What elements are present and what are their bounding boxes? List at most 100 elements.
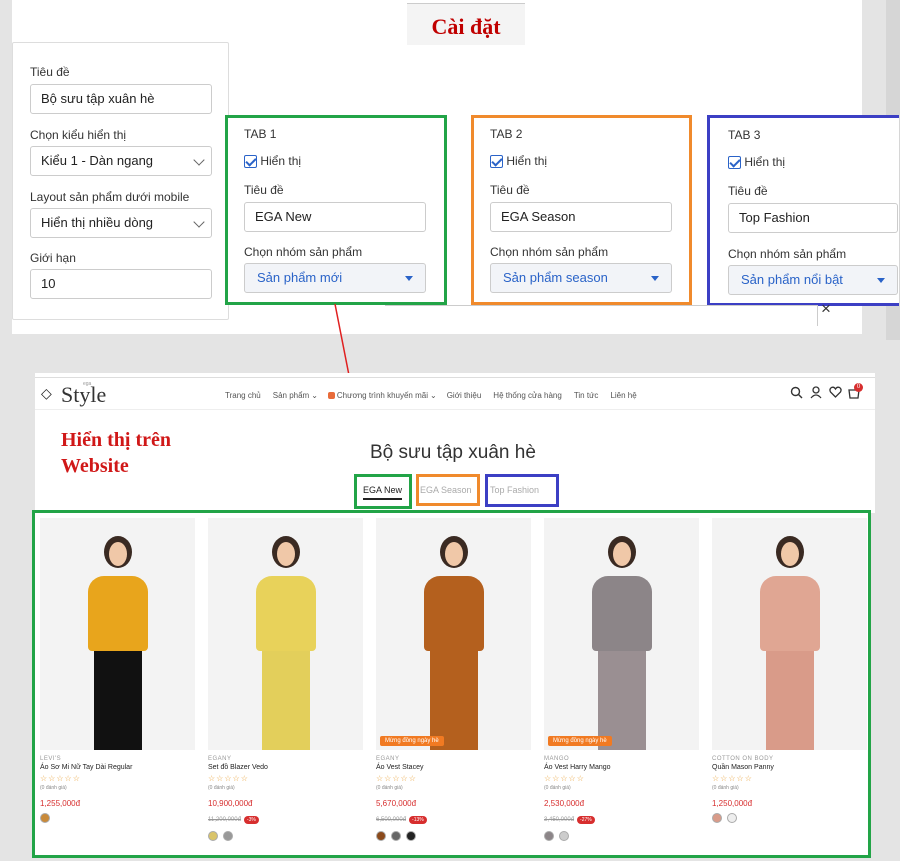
discount-badge: -3% <box>243 816 259 824</box>
section-title: Bộ sưu tập xuân hè <box>370 442 536 463</box>
settings-title: Cài đặt <box>431 14 501 39</box>
tab-2-settings: TAB 2 Hiển thị Tiêu đề EGA Season Chọn n… <box>471 115 692 305</box>
color-swatch[interactable] <box>712 813 722 823</box>
group-select[interactable]: Sản phẩm nổi bật <box>728 265 898 295</box>
close-icon[interactable]: × <box>821 299 831 319</box>
swatch-list <box>40 808 195 828</box>
hidden-input-edge <box>385 305 818 326</box>
product-bottom <box>766 651 814 750</box>
product-price: 5,670,000đ <box>376 799 417 808</box>
product-image[interactable]: Mừng đồng ngày hè <box>376 518 531 750</box>
color-swatch[interactable] <box>406 831 416 841</box>
tab-title-label: Tiêu đề <box>490 183 530 197</box>
product-top <box>424 576 484 651</box>
color-swatch[interactable] <box>727 813 737 823</box>
product-card[interactable]: COTTON ON BODY Quần Mason Panny ☆☆☆☆☆ (0… <box>712 518 867 848</box>
color-swatch[interactable] <box>208 831 218 841</box>
tab-title-input[interactable]: EGA New <box>244 202 426 232</box>
product-price: 10,900,000đ <box>208 799 253 808</box>
show-checkbox[interactable] <box>244 155 257 169</box>
show-checkbox[interactable] <box>490 155 503 169</box>
display-select[interactable]: Kiểu 1 - Dàn ngang <box>30 146 212 176</box>
review-count: (0 đánh giá) <box>40 785 67 791</box>
color-swatch[interactable] <box>559 831 569 841</box>
tab-heading: TAB 2 <box>490 127 523 141</box>
color-swatch[interactable] <box>391 831 401 841</box>
chevron-down-icon: ⌄ <box>311 391 318 400</box>
product-card[interactable]: EGANY Set đồ Blazer Vedo ☆☆☆☆☆ (0 đánh g… <box>208 518 363 848</box>
tab-heading: TAB 3 <box>728 128 761 142</box>
mobile-layout-value: Hiển thị nhiều dòng <box>41 215 154 230</box>
nav-stores[interactable]: Hệ thống cửa hàng <box>493 391 562 400</box>
product-top <box>592 576 652 651</box>
product-image[interactable] <box>712 518 867 750</box>
swatch-list <box>712 808 867 828</box>
product-top <box>256 576 316 651</box>
color-swatch[interactable] <box>376 831 386 841</box>
old-price: 3,450,000đ <box>544 817 575 823</box>
website-tab-ega-season[interactable]: EGA Season <box>420 485 472 495</box>
old-price: 6,500,000đ <box>376 817 407 823</box>
discount-badge: -27% <box>577 816 595 824</box>
nav-about[interactable]: Giới thiệu <box>447 391 482 400</box>
title-input[interactable]: Bộ sưu tập xuân hè <box>30 84 212 114</box>
product-name[interactable]: Quần Mason Panny <box>712 764 867 771</box>
product-brand: COTTON ON BODY <box>712 756 774 762</box>
user-icon[interactable] <box>810 386 822 399</box>
product-brand: EGANY <box>208 756 232 762</box>
limit-input[interactable]: 10 <box>30 269 212 299</box>
website-tab-ega-new[interactable]: EGA New <box>363 485 403 500</box>
tab-title-label: Tiêu đề <box>244 183 284 197</box>
star-rating: ☆☆☆☆☆ <box>376 774 417 783</box>
display-select-value: Kiểu 1 - Dàn ngang <box>41 153 154 168</box>
diamond-icon: ◇ <box>41 385 52 401</box>
tab-title-input[interactable]: Top Fashion <box>728 203 898 233</box>
product-price: 2,530,000đ <box>544 799 585 808</box>
tab-title-input[interactable]: EGA Season <box>490 202 672 232</box>
search-icon[interactable] <box>790 386 803 399</box>
product-card[interactable]: Mừng đồng ngày hè EGANY Áo Vest Stacey ☆… <box>376 518 531 848</box>
nav-home[interactable]: Trang chủ <box>225 391 261 400</box>
caret-down-icon <box>405 276 413 281</box>
swatch-list <box>376 826 531 846</box>
show-label: Hiển thị <box>506 154 548 168</box>
promo-badge: Mừng đồng ngày hè <box>548 736 612 746</box>
product-brand: LEVI'S <box>40 756 62 762</box>
nav-news[interactable]: Tin tức <box>574 391 599 400</box>
group-select-value: Sản phẩm season <box>503 270 608 285</box>
nav-divider <box>35 409 875 410</box>
heart-icon[interactable] <box>829 386 842 398</box>
group-select[interactable]: Sản phẩm mới <box>244 263 426 293</box>
product-card[interactable]: Mừng đồng ngày hè MANGO Áo Vest Harry Ma… <box>544 518 699 848</box>
product-card[interactable]: LEVI'S Áo Sơ Mi Nữ Tay Dài Regular ☆☆☆☆☆… <box>40 518 195 848</box>
product-name[interactable]: Áo Vest Stacey <box>376 764 531 771</box>
product-bottom <box>94 651 142 750</box>
nav-contact[interactable]: Liên hệ <box>610 391 636 400</box>
show-checkbox[interactable] <box>728 156 741 170</box>
nav-promo[interactable]: Chương trình khuyến mãi <box>337 391 428 400</box>
color-swatch[interactable] <box>223 831 233 841</box>
tab-title-label: Tiêu đề <box>728 184 768 198</box>
show-label: Hiển thị <box>744 155 786 169</box>
main-nav: Trang chủ Sản phẩm ⌄ Chương trình khuyến … <box>225 391 649 400</box>
product-name[interactable]: Áo Sơ Mi Nữ Tay Dài Regular <box>40 764 195 771</box>
chevron-down-icon: ⌄ <box>430 391 437 400</box>
color-swatch[interactable] <box>544 831 554 841</box>
product-image[interactable] <box>208 518 363 750</box>
product-price: 1,250,000đ <box>712 799 753 808</box>
mobile-layout-select[interactable]: Hiển thị nhiều dòng <box>30 208 212 238</box>
promo-icon <box>327 392 335 399</box>
chevron-down-icon <box>193 154 205 166</box>
product-name[interactable]: Set đồ Blazer Vedo <box>208 764 363 771</box>
tab-1-settings: TAB 1 Hiển thị Tiêu đề EGA New Chọn nhóm… <box>225 115 447 305</box>
model-face <box>445 542 463 566</box>
product-image[interactable]: Mừng đồng ngày hè <box>544 518 699 750</box>
group-select[interactable]: Sản phẩm season <box>490 263 672 293</box>
old-price: 11,200,000đ <box>208 817 241 823</box>
nav-products[interactable]: Sản phẩm <box>273 391 309 400</box>
website-tab-top-fashion[interactable]: Top Fashion <box>490 485 539 495</box>
product-image[interactable] <box>40 518 195 750</box>
product-name[interactable]: Áo Vest Harry Mango <box>544 764 699 771</box>
color-swatch[interactable] <box>40 813 50 823</box>
star-rating: ☆☆☆☆☆ <box>712 774 753 783</box>
